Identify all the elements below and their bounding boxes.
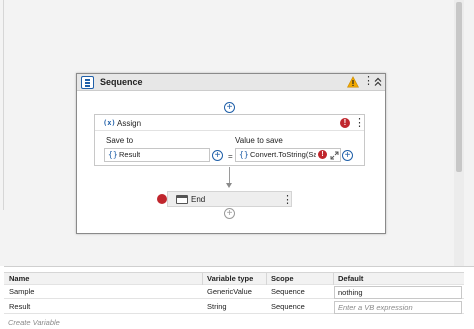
canvas-left-divider xyxy=(0,0,4,210)
vertical-scrollbar-thumb[interactable] xyxy=(456,2,462,172)
add-activity-icon[interactable]: + xyxy=(224,102,235,113)
variable-default-input[interactable]: nothing xyxy=(334,286,462,299)
variable-row-sample[interactable]: Sample GenericValue Sequence nothing xyxy=(4,286,464,299)
variable-default-input[interactable]: Enter a VB expression xyxy=(334,301,462,314)
expression-brace-icon: {} xyxy=(239,150,249,159)
assign-icon: (x) xyxy=(103,119,116,127)
designer-canvas[interactable]: Sequence ⋮ + (x) Assign ! ⋮ Save to Valu… xyxy=(0,0,474,266)
end-activity[interactable]: End ⋮ xyxy=(167,191,293,207)
flow-arrow-icon xyxy=(226,183,232,188)
add-activity-bottom-icon[interactable]: + xyxy=(224,208,235,219)
value-to-save-label: Value to save xyxy=(235,136,283,145)
variable-brace-icon: {} xyxy=(108,150,118,159)
variable-scope[interactable]: Sequence xyxy=(268,286,328,298)
variable-type[interactable]: GenericValue xyxy=(204,286,264,298)
value-to-save-field[interactable]: {} Convert.ToString(Sa ! xyxy=(235,148,341,162)
variables-header-row: Name Variable type Scope Default xyxy=(4,272,464,285)
equals-sign: = xyxy=(228,152,233,161)
column-header-scope[interactable]: Scope xyxy=(268,273,328,285)
end-title: End xyxy=(191,195,206,204)
expression-error-icon[interactable]: ! xyxy=(318,150,327,159)
column-header-variable-type[interactable]: Variable type xyxy=(204,273,264,285)
save-to-field[interactable]: {} Result xyxy=(104,148,210,162)
variable-scope[interactable]: Sequence xyxy=(268,301,328,313)
value-to-save-value: Convert.ToString(Sa xyxy=(250,150,316,159)
save-to-label: Save to xyxy=(106,136,134,145)
breakpoint-icon[interactable] xyxy=(157,194,167,204)
flow-connector xyxy=(229,167,230,184)
save-to-add-icon[interactable]: + xyxy=(212,150,223,161)
sequence-title: Sequence xyxy=(100,77,143,87)
create-variable-link[interactable]: Create Variable xyxy=(8,318,60,327)
assign-title: Assign xyxy=(117,119,142,128)
sequence-icon xyxy=(81,76,94,89)
value-to-save-add-icon[interactable]: + xyxy=(342,150,353,161)
expand-icon[interactable] xyxy=(330,151,339,160)
sequence-more-icon[interactable]: ⋮ xyxy=(363,76,374,87)
error-icon[interactable]: ! xyxy=(340,118,350,128)
collapse-icon[interactable] xyxy=(373,77,383,87)
column-header-name[interactable]: Name xyxy=(6,273,196,285)
variable-name[interactable]: Result xyxy=(6,301,196,313)
assign-more-icon[interactable]: ⋮ xyxy=(354,118,365,129)
save-to-value: Result xyxy=(119,150,141,159)
warning-icon[interactable] xyxy=(347,76,359,88)
end-more-icon[interactable]: ⋮ xyxy=(282,195,293,206)
assign-header[interactable]: (x) Assign ! ⋮ xyxy=(95,115,365,131)
end-activity-icon xyxy=(176,195,188,204)
variable-name[interactable]: Sample xyxy=(6,286,196,298)
variables-panel: Name Variable type Scope Default Sample … xyxy=(4,266,474,329)
column-header-default[interactable]: Default xyxy=(335,273,455,285)
sequence-header[interactable]: Sequence ⋮ xyxy=(77,74,385,91)
variable-row-result[interactable]: Result String Sequence Enter a VB expres… xyxy=(4,301,464,314)
variable-type[interactable]: String xyxy=(204,301,264,313)
